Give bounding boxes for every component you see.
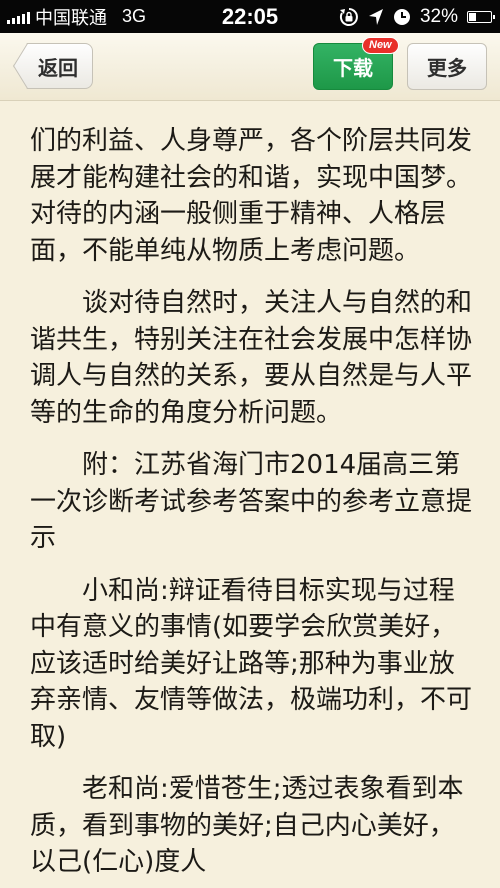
article-paragraph: 附：江苏省海门市2014届高三第一次诊断考试参考答案中的参考立意提示 xyxy=(30,450,473,553)
article-paragraph: 老和尚:爱惜苍生;透过表象看到本质，看到事物的美好;自己内心美好，以己(仁心)度… xyxy=(30,774,464,877)
back-button-outline xyxy=(13,43,28,89)
location-arrow-icon xyxy=(368,8,383,25)
battery-percent: 32% xyxy=(419,5,458,27)
article-paragraph: 小和尚:辩证看待目标实现与过程中有意义的事情(如要学会欣赏美好，应该适时给美好让… xyxy=(30,575,473,752)
battery-icon xyxy=(467,10,495,23)
rotation-lock-icon xyxy=(339,7,358,26)
more-button[interactable]: 更多 xyxy=(407,43,487,90)
article-paragraph: 们的利益、人身尊严，各个阶层共同发展才能构建社会的和谐，实现中国梦。对待的内涵一… xyxy=(30,126,473,266)
article-paragraph: 谈对待自然时，关注人与自然的和谐共生，特别关注在社会发展中怎样协调人与自然的关系… xyxy=(30,288,473,428)
new-badge: New xyxy=(362,37,399,54)
article-body: 们的利益、人身尊严，各个阶层共同发展才能构建社会的和谐，实现中国梦。对待的内涵一… xyxy=(30,123,476,888)
status-bar: 中国联通 3G 22:05 32% xyxy=(0,0,500,33)
navigation-bar: 返回 下载 New 更多 xyxy=(0,33,500,101)
battery-level-fill xyxy=(469,12,476,21)
alarm-clock-icon xyxy=(393,8,410,25)
